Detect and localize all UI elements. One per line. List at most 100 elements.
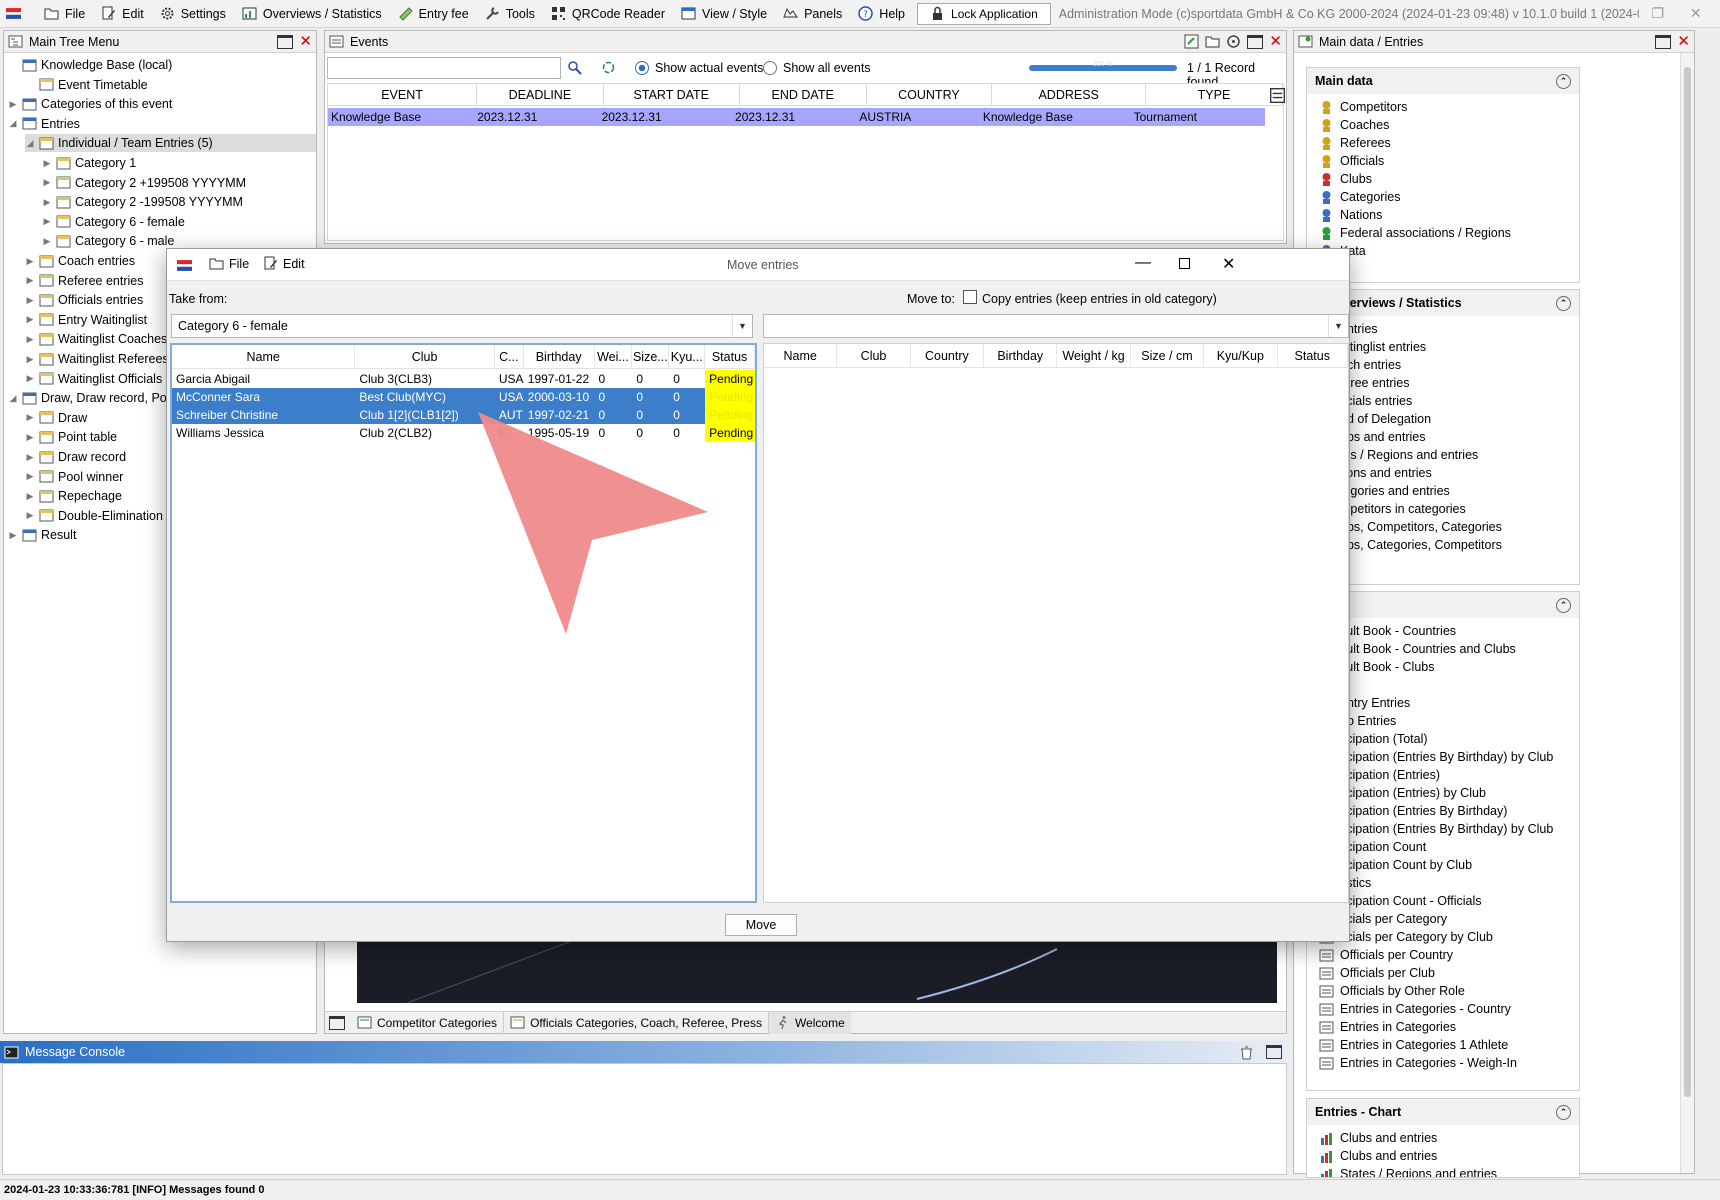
expand-toggle-icon[interactable]: ▶: [42, 236, 52, 247]
expand-toggle-icon[interactable]: ◢: [8, 118, 18, 129]
section-item[interactable]: Coaches: [1307, 116, 1579, 134]
tab-welcome[interactable]: Welcome: [768, 1011, 851, 1034]
section-item[interactable]: Clubs and entries: [1307, 1147, 1579, 1165]
expand-toggle-icon[interactable]: ▶: [25, 373, 35, 384]
menu-view-style[interactable]: View / Style: [673, 0, 775, 27]
take-from-select[interactable]: Category 6 - female ▼: [171, 314, 753, 338]
expand-toggle-icon[interactable]: ▶: [25, 314, 35, 325]
source-column-header[interactable]: Birthday: [524, 345, 595, 368]
menu-panels[interactable]: Panels: [775, 0, 850, 27]
tree-item[interactable]: ▶ Category 6 - female: [42, 213, 185, 231]
tree-item[interactable]: ▶ Coach entries: [25, 252, 136, 270]
expand-toggle-icon[interactable]: ▶: [25, 256, 35, 267]
menu-overviews[interactable]: Overviews / Statistics: [234, 0, 390, 27]
target-column-header[interactable]: Name: [764, 344, 838, 367]
section-item[interactable]: Clubs and entries: [1307, 1129, 1579, 1147]
section-item[interactable]: Entries in Categories 1 Athlete: [1307, 1036, 1579, 1054]
tree-item[interactable]: ▶ Point table: [25, 428, 118, 446]
expand-toggle-icon[interactable]: ▶: [42, 158, 52, 169]
dialog-menu-edit[interactable]: Edit: [263, 256, 305, 271]
source-column-header[interactable]: Club: [355, 345, 495, 368]
source-column-header[interactable]: C...: [495, 345, 524, 368]
expand-toggle-icon[interactable]: ▶: [42, 177, 52, 188]
events-column-header[interactable]: TYPE: [1146, 84, 1283, 105]
events-table-row[interactable]: Knowledge Base 2023.12.31 2023.12.31 2023.1…: [328, 108, 1265, 126]
section-item[interactable]: Officials by Other Role: [1307, 982, 1579, 1000]
tab-window-icon[interactable]: [329, 1015, 345, 1030]
events-column-header[interactable]: ADDRESS: [992, 84, 1147, 105]
expand-toggle-icon[interactable]: ▶: [8, 99, 18, 110]
expand-toggle-icon[interactable]: ▶: [25, 412, 35, 423]
section-item[interactable]: Competitors: [1307, 98, 1579, 116]
tab-competitor-categories[interactable]: Competitor Categories: [351, 1011, 505, 1034]
section-item[interactable]: Entries in Categories - Country: [1307, 1000, 1579, 1018]
expand-toggle-icon[interactable]: ▶: [25, 334, 35, 345]
section-item[interactable]: Nations: [1307, 206, 1579, 224]
tree-item[interactable]: Knowledge Base (local): [8, 56, 172, 74]
tree-item[interactable]: ◢ Draw, Draw record, Poi: [8, 389, 170, 407]
dialog-minimize-icon[interactable]: —: [1135, 254, 1151, 272]
right-scrollbar[interactable]: [1680, 53, 1694, 1173]
column-chooser-icon[interactable]: [1270, 88, 1285, 103]
target-column-header[interactable]: Country: [911, 344, 985, 367]
search-icon[interactable]: [567, 60, 582, 75]
expand-toggle-icon[interactable]: ▶: [25, 471, 35, 482]
dialog-close-icon[interactable]: ✕: [1222, 254, 1235, 274]
source-column-header[interactable]: Wei...: [595, 345, 633, 368]
move-button[interactable]: Move: [725, 914, 797, 936]
maximize-panel-icon[interactable]: [277, 34, 294, 49]
events-column-header[interactable]: END DATE: [740, 84, 867, 105]
tree-item[interactable]: ▶ Category 2 +199508 YYYYMM: [42, 174, 247, 192]
tree-item[interactable]: ▶ Referee entries: [25, 272, 144, 290]
tree-item[interactable]: ▶ Waitinglist Coaches: [25, 330, 168, 348]
target-column-header[interactable]: Status: [1278, 344, 1348, 367]
expand-toggle-icon[interactable]: ▶: [42, 197, 52, 208]
radio-show-actual-events[interactable]: [635, 61, 649, 75]
section-item[interactable]: Federal associations / Regions: [1307, 224, 1579, 242]
tree-item[interactable]: ▶ Double-Elimination: [25, 507, 163, 525]
entry-row[interactable]: McConner Sara Best Club(MYC) USA 2000-03-10…: [172, 388, 755, 406]
target-column-header[interactable]: Weight / kg: [1057, 344, 1131, 367]
target-column-header[interactable]: Size / cm: [1131, 344, 1205, 367]
section-item[interactable]: Entries in Categories - Weigh-In: [1307, 1054, 1579, 1072]
tree-item[interactable]: ▶ Result: [8, 526, 77, 544]
right-scrollbar-thumb[interactable]: [1684, 67, 1691, 1097]
expand-toggle-icon[interactable]: ▶: [25, 432, 35, 443]
dialog-maximize-icon[interactable]: [1179, 258, 1190, 269]
entry-row[interactable]: Schreiber Christine Club 1[2](CLB1[2]) AUT…: [172, 406, 755, 424]
lock-application-button[interactable]: Lock Application: [917, 2, 1051, 25]
events-column-header[interactable]: COUNTRY: [867, 84, 993, 105]
tree-item[interactable]: ▶ Pool winner: [25, 468, 124, 486]
target-column-header[interactable]: Club: [837, 344, 911, 367]
section-item[interactable]: States / Regions and entries: [1307, 1165, 1579, 1177]
tree-item[interactable]: ▶ Entry Waitinglist: [25, 311, 148, 329]
tree-item[interactable]: ◢ Individual / Team Entries (5): [25, 134, 316, 153]
sync-icon[interactable]: [601, 60, 616, 75]
section-item[interactable]: Officials per Country: [1307, 946, 1579, 964]
close-panel-icon[interactable]: ✕: [299, 34, 312, 49]
expand-toggle-icon[interactable]: ▶: [25, 354, 35, 365]
collapse-icon[interactable]: ⌃: [1556, 295, 1571, 311]
move-to-select[interactable]: ▼: [763, 314, 1349, 338]
menu-tools[interactable]: Tools: [477, 0, 543, 27]
expand-toggle-icon[interactable]: ▶: [25, 452, 35, 463]
export-icon[interactable]: [1184, 34, 1199, 49]
collapse-icon[interactable]: ⌃: [1556, 597, 1571, 613]
expand-toggle-icon[interactable]: ▶: [25, 295, 35, 306]
collapse-icon[interactable]: ⌃: [1556, 73, 1571, 89]
menu-help[interactable]: ? Help: [850, 0, 913, 27]
maximize-panel-icon[interactable]: [1247, 34, 1264, 49]
tree-item[interactable]: ▶ Draw: [25, 409, 88, 427]
tree-item[interactable]: ▶ Waitinglist Officials: [25, 370, 163, 388]
section-header[interactable]: Main data ⌃: [1307, 68, 1579, 94]
source-column-header[interactable]: Kyu...: [669, 345, 706, 368]
events-search-input[interactable]: [327, 57, 561, 79]
expand-toggle-icon[interactable]: ◢: [25, 138, 35, 149]
menu-entry-fee[interactable]: Entry fee: [390, 0, 477, 27]
section-item[interactable]: Officials: [1307, 152, 1579, 170]
expand-toggle-icon[interactable]: ▶: [8, 530, 18, 541]
maximize-panel-icon[interactable]: [1266, 1045, 1282, 1059]
expand-toggle-icon[interactable]: ◢: [8, 393, 18, 404]
expand-toggle-icon[interactable]: ▶: [25, 491, 35, 502]
section-item[interactable]: Clubs: [1307, 170, 1579, 188]
